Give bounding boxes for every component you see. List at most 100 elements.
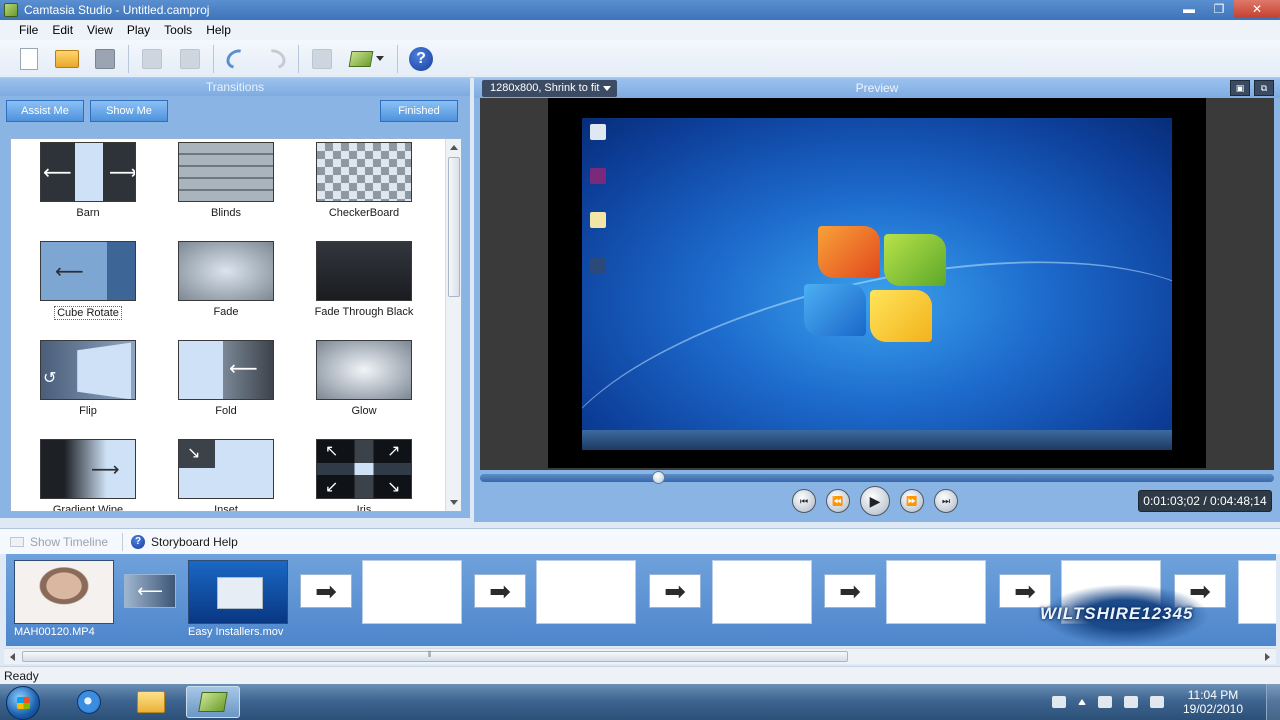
save-project-button[interactable]: [90, 44, 120, 74]
assist-me-button[interactable]: Assist Me: [6, 100, 84, 122]
storyboard-clip-1[interactable]: MAH00120.MP4: [14, 560, 114, 640]
toolbar-separator: [213, 44, 214, 73]
transition-label: Barn: [76, 207, 100, 219]
volume-icon[interactable]: [1150, 696, 1164, 708]
task-list-button[interactable]: [307, 44, 337, 74]
system-tray: 11:04 PM 19/02/2010: [1052, 684, 1280, 720]
maximize-button[interactable]: ❐: [1204, 0, 1234, 18]
show-hidden-icons-icon[interactable]: [1078, 699, 1086, 705]
preview-header: Preview 1280x800, Shrink to fit ▣ ⧉: [474, 78, 1280, 98]
storyboard-transition-slot[interactable]: ➡: [474, 574, 526, 608]
redo-button[interactable]: [260, 44, 290, 74]
transition-flip[interactable]: ↺ Flip: [19, 337, 157, 436]
transition-fade[interactable]: Fade: [157, 238, 295, 337]
rewind-button[interactable]: ⏪: [826, 489, 850, 513]
arrow-left-icon: ⟵: [55, 261, 84, 283]
transition-iris[interactable]: ↖ ↗ ↙ ↘ Iris: [295, 436, 433, 511]
new-file-icon: [20, 47, 38, 70]
menu-tools[interactable]: Tools: [157, 23, 199, 37]
menu-bar: File Edit View Play Tools Help: [0, 20, 1280, 40]
show-timeline-label: Show Timeline: [30, 534, 109, 549]
undo-icon: [222, 45, 252, 72]
help-button[interactable]: ?: [406, 44, 436, 74]
finished-button[interactable]: Finished: [380, 100, 458, 122]
storyboard-transition-slot[interactable]: ➡: [300, 574, 352, 608]
network-icon[interactable]: [1124, 696, 1138, 708]
storyboard-empty-slot[interactable]: [886, 560, 986, 624]
transition-fade-through-black[interactable]: Fade Through Black: [295, 238, 433, 337]
storyboard-help-button[interactable]: ? Storyboard Help: [131, 534, 238, 549]
storyboard-empty-slot[interactable]: [712, 560, 812, 624]
previous-clip-button[interactable]: ⏮: [792, 489, 816, 513]
storyboard-transition-cube[interactable]: ⟵: [124, 574, 176, 608]
import-button[interactable]: [137, 44, 167, 74]
taskbar-internet-explorer[interactable]: [62, 686, 116, 718]
show-timeline-button[interactable]: Show Timeline: [10, 535, 108, 549]
minimize-button[interactable]: ▬: [1174, 0, 1204, 18]
keyboard-icon[interactable]: [1052, 696, 1066, 708]
scroll-up-icon[interactable]: [450, 145, 458, 150]
taskbar-clock[interactable]: 11:04 PM 19/02/2010: [1176, 688, 1250, 716]
toolbar-separator: [397, 44, 398, 73]
transition-inset[interactable]: ↘ Inset: [157, 436, 295, 511]
storyboard-empty-slot[interactable]: [1238, 560, 1276, 624]
taskbar-explorer[interactable]: [124, 686, 178, 718]
detach-preview-button[interactable]: ⧉: [1254, 80, 1274, 96]
storyboard-empty-slot[interactable]: [362, 560, 462, 624]
transition-checkerboard[interactable]: CheckerBoard: [295, 139, 433, 238]
iris-thumbnail: ↖ ↗ ↙ ↘: [316, 439, 412, 499]
scroll-down-icon[interactable]: [450, 500, 458, 505]
fullscreen-button[interactable]: ▣: [1230, 80, 1250, 96]
storyboard-clip-2[interactable]: Easy Installers.mov: [188, 560, 288, 640]
preview-scrub-bar[interactable]: [480, 471, 1274, 484]
preview-size-dropdown[interactable]: 1280x800, Shrink to fit: [482, 80, 618, 97]
preview-panel: Preview 1280x800, Shrink to fit ▣ ⧉ ⏮ ⏪ …: [474, 78, 1280, 522]
menu-view[interactable]: View: [80, 23, 120, 37]
transition-barn[interactable]: ⟵ ⟶ Barn: [19, 139, 157, 238]
menu-play[interactable]: Play: [120, 23, 157, 37]
scroll-right-icon[interactable]: [1265, 653, 1270, 661]
fold-thumbnail: ⟵: [178, 340, 274, 400]
transition-fold[interactable]: ⟵ Fold: [157, 337, 295, 436]
save-icon: [95, 48, 115, 69]
undo-button[interactable]: [222, 44, 252, 74]
save-all-button[interactable]: [175, 44, 205, 74]
open-project-button[interactable]: [52, 44, 82, 74]
camtasia-app-icon[interactable]: [4, 3, 18, 17]
taskbar-camtasia[interactable]: [186, 686, 240, 718]
transition-label: Gradient Wipe: [52, 504, 124, 512]
next-clip-button[interactable]: ⏭: [934, 489, 958, 513]
scroll-left-icon[interactable]: [10, 653, 15, 661]
transition-cube-rotate[interactable]: ⟵ Cube Rotate: [19, 238, 157, 337]
transition-blinds[interactable]: Blinds: [157, 139, 295, 238]
gallery-scrollbar[interactable]: [445, 139, 461, 511]
transition-gradient-wipe[interactable]: ⟶ Gradient Wipe: [19, 436, 157, 512]
play-button[interactable]: ▶: [860, 486, 890, 516]
show-desktop-button[interactable]: [1266, 684, 1280, 720]
playhead-knob[interactable]: [651, 471, 665, 484]
show-me-button[interactable]: Show Me: [90, 100, 168, 122]
menu-file[interactable]: File: [12, 23, 45, 37]
windows-taskbar: 11:04 PM 19/02/2010: [0, 684, 1280, 720]
transitions-header: Transitions: [0, 78, 470, 96]
new-project-button[interactable]: [14, 44, 44, 74]
storyboard-transition-slot[interactable]: ➡: [649, 574, 701, 608]
start-button[interactable]: [6, 686, 40, 720]
storyboard-empty-slot[interactable]: [536, 560, 636, 624]
internet-explorer-icon: [77, 690, 101, 714]
menu-help[interactable]: Help: [199, 23, 238, 37]
preview-canvas: [480, 98, 1274, 470]
storyboard-transition-slot[interactable]: ➡: [824, 574, 876, 608]
fast-forward-button[interactable]: ⏩: [900, 489, 924, 513]
scrollbar-thumb[interactable]: [448, 157, 460, 297]
transition-label: Fold: [215, 405, 237, 417]
transition-glow[interactable]: Glow: [295, 337, 433, 436]
scrollbar-thumb[interactable]: [22, 651, 848, 662]
produce-share-button[interactable]: [345, 44, 389, 74]
storyboard-scrollbar[interactable]: ⦀: [4, 648, 1276, 664]
clip-caption: Easy Installers.mov: [188, 626, 284, 638]
action-center-icon[interactable]: [1098, 696, 1112, 708]
menu-edit[interactable]: Edit: [45, 23, 80, 37]
close-button[interactable]: ✕: [1234, 0, 1280, 18]
arrow-right-icon: ➡: [315, 575, 337, 606]
